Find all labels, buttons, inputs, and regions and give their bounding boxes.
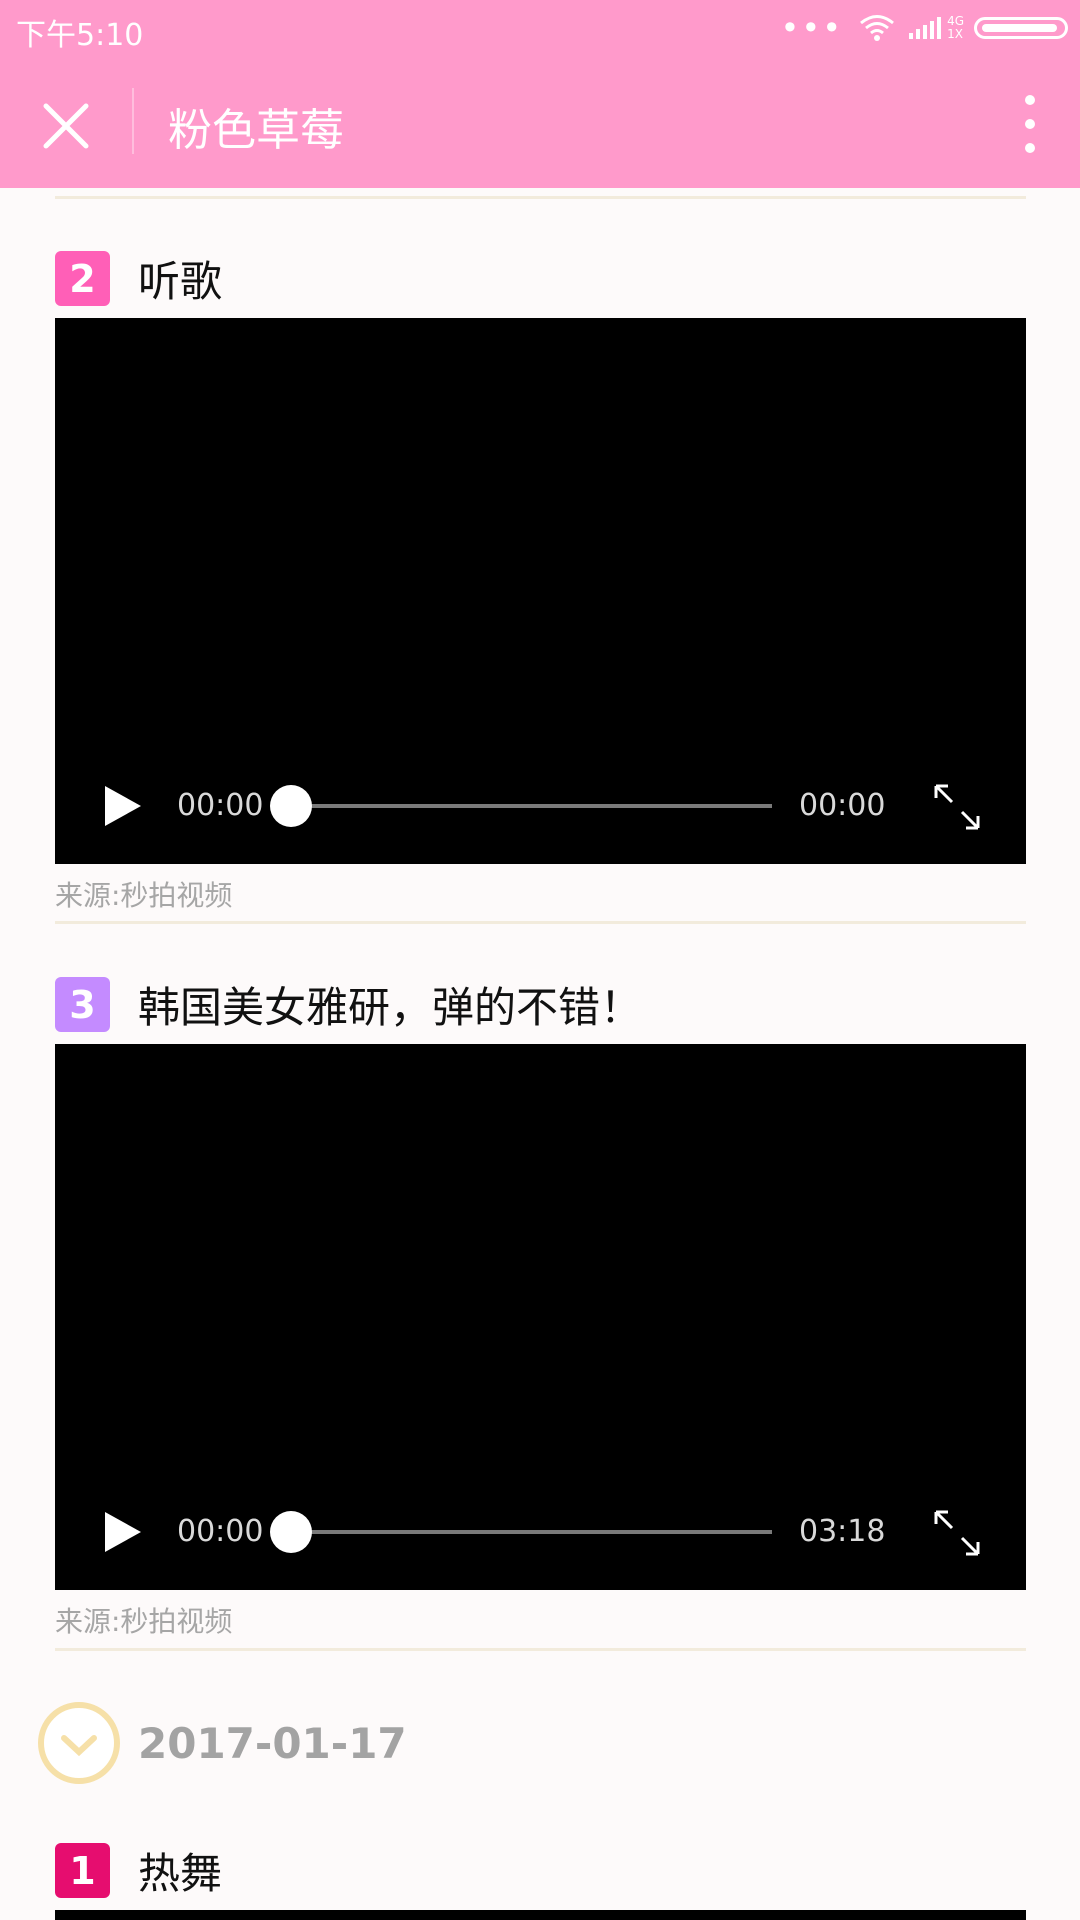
- clock-icon: [38, 1702, 120, 1784]
- section-heading-2: 2 听歌: [55, 248, 222, 309]
- number-badge: 1: [55, 1843, 110, 1898]
- status-icons: ••• 4G 1X: [780, 10, 1068, 46]
- more-dots-icon: •••: [780, 9, 844, 47]
- network-type-bottom: 1X: [947, 27, 963, 41]
- play-icon[interactable]: [103, 784, 143, 828]
- progress-knob[interactable]: [270, 1511, 312, 1553]
- date-group-heading: 2017-01-17: [36, 1700, 407, 1786]
- fullscreen-icon[interactable]: [932, 1508, 982, 1558]
- video-source: 来源:秒拍视频: [55, 1605, 233, 1638]
- progress-track[interactable]: [290, 804, 772, 808]
- video-controls: 00:00 03:18: [55, 1470, 1026, 1590]
- network-type: 4G 1X: [947, 15, 964, 41]
- section-heading-1: 1 热舞: [55, 1840, 222, 1901]
- close-icon: [43, 103, 89, 149]
- status-time: 下午5:10: [16, 18, 144, 53]
- progress-knob[interactable]: [270, 785, 312, 827]
- divider: [55, 1648, 1026, 1651]
- battery-icon: [974, 17, 1068, 39]
- divider: [55, 196, 1026, 199]
- play-icon[interactable]: [103, 1510, 143, 1554]
- section-heading-3: 3 韩国美女雅研，弹的不错！: [55, 974, 642, 1035]
- video-player[interactable]: 00:00 00:00: [55, 318, 1026, 864]
- video-player[interactable]: 00:00 03:18: [55, 1044, 1026, 1590]
- close-button[interactable]: [28, 88, 104, 164]
- date-label: 2017-01-17: [138, 1718, 407, 1768]
- section-title: 热舞: [138, 1849, 223, 1898]
- progress-track[interactable]: [290, 1530, 772, 1534]
- more-vertical-icon: [1025, 95, 1035, 153]
- signal-icon: [909, 17, 942, 39]
- current-time: 00:00: [177, 1514, 264, 1549]
- video-source: 来源:秒拍视频: [55, 879, 233, 912]
- duration: 00:00: [799, 788, 886, 823]
- more-menu-button[interactable]: [1000, 84, 1060, 164]
- number-badge: 3: [55, 977, 110, 1032]
- fullscreen-icon[interactable]: [932, 782, 982, 832]
- current-time: 00:00: [177, 788, 264, 823]
- section-title: 韩国美女雅研，弹的不错！: [138, 983, 643, 1032]
- section-title: 听歌: [138, 257, 223, 306]
- number-badge: 2: [55, 251, 110, 306]
- article-content: 2 听歌 00:00 00:00 来源:秒拍视频 3 韩国美女雅研，弹的不错！: [0, 188, 1080, 1920]
- nav-bar: 粉色草莓: [0, 56, 1080, 188]
- page-title: 粉色草莓: [168, 105, 344, 156]
- status-bar: 下午5:10 ••• 4G 1X: [0, 0, 1080, 56]
- video-controls: 00:00 00:00: [55, 744, 1026, 864]
- nav-divider: [132, 88, 134, 154]
- video-player[interactable]: [55, 1910, 1026, 1920]
- wifi-icon: [860, 15, 895, 41]
- duration: 03:18: [799, 1514, 886, 1549]
- divider: [55, 921, 1026, 924]
